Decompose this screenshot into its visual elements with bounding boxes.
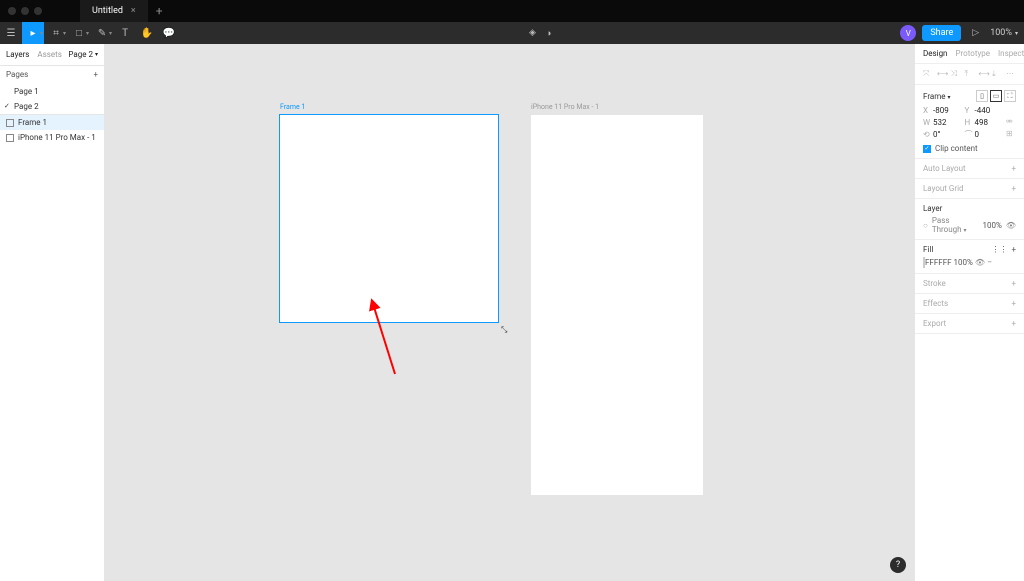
traffic-light-min[interactable] (21, 7, 29, 15)
traffic-light-close[interactable] (8, 7, 16, 15)
align-left-icon[interactable]: ⤧ (923, 69, 933, 79)
close-tab-icon[interactable]: × (131, 6, 136, 16)
clip-checkbox[interactable]: ✓ (923, 145, 931, 153)
stroke-section: Stroke (923, 279, 946, 288)
fill-style-button[interactable]: ⋮⋮ (991, 245, 1007, 254)
add-layoutgrid-button[interactable]: + (1011, 184, 1016, 193)
align-vcenter-icon[interactable]: ⟷ (978, 69, 988, 79)
avatar[interactable]: V (900, 25, 916, 41)
fill-hex[interactable]: FFFFFF (925, 258, 952, 267)
frame-iphone[interactable]: iPhone 11 Pro Max - 1 (531, 115, 703, 495)
tab-design[interactable]: Design (923, 49, 947, 58)
remove-fill-button[interactable]: − (987, 258, 992, 268)
prop-x[interactable]: -809 (933, 106, 949, 115)
autolayout-section: Auto Layout (923, 164, 966, 173)
document-tab[interactable]: Untitled × (80, 0, 148, 22)
add-effect-button[interactable]: + (1011, 299, 1016, 308)
tab-prototype[interactable]: Prototype (955, 49, 989, 58)
add-fill-button[interactable]: + (1011, 245, 1016, 254)
hand-tool[interactable]: ✋ (136, 22, 158, 44)
mask-icon[interactable]: ◑ (541, 28, 556, 39)
layer-label: Frame 1 (18, 118, 47, 127)
frame-label[interactable]: Frame 1 (280, 103, 305, 111)
orientation-portrait-icon[interactable]: ▯ (976, 90, 988, 102)
align-right-icon[interactable]: ⤨ (951, 69, 961, 79)
tab-inspect[interactable]: Inspect (998, 49, 1024, 58)
tab-assets[interactable]: Assets (37, 50, 61, 59)
page-selector[interactable]: Page 2▾ (68, 50, 98, 59)
page-item[interactable]: Page 1 (0, 84, 104, 99)
menu-icon[interactable]: ☰ (0, 22, 22, 44)
zoom-control[interactable]: 100%▾ (984, 28, 1024, 38)
fill-visibility-icon[interactable]: 👁 (975, 258, 985, 267)
blend-circle-icon[interactable]: ○ (923, 221, 928, 230)
window-controls[interactable] (0, 7, 50, 15)
clip-label: Clip content (935, 144, 978, 153)
frame-section-header[interactable]: Frame ▾ (923, 92, 950, 101)
share-button[interactable]: Share (922, 25, 961, 41)
layoutgrid-section: Layout Grid (923, 184, 964, 193)
fill-section-header: Fill (923, 245, 933, 254)
frame-icon (6, 134, 14, 142)
canvas[interactable]: Frame 1 ⤡ iPhone 11 Pro Max - 1 ? (105, 44, 914, 581)
constrain-icon[interactable]: ⚮ (1006, 117, 1016, 127)
resize-handle-se[interactable]: ⤡ (501, 325, 508, 332)
add-export-button[interactable]: + (1011, 319, 1016, 328)
layer-opacity[interactable]: 100% (982, 221, 1001, 230)
pages-header: Pages (6, 70, 28, 79)
prop-y[interactable]: -440 (975, 106, 991, 115)
effects-section: Effects (923, 299, 948, 308)
corners-icon[interactable]: ⊞ (1006, 129, 1016, 139)
document-title: Untitled (92, 6, 123, 16)
visibility-icon[interactable]: 👁 (1006, 221, 1016, 230)
help-button[interactable]: ? (890, 557, 906, 573)
layer-section-header: Layer (923, 204, 1016, 213)
add-autolayout-button[interactable]: + (1011, 164, 1016, 173)
distribute-icon[interactable]: ⋯ (1006, 69, 1016, 79)
prop-rotation[interactable]: 0° (933, 130, 940, 139)
layer-item-iphone[interactable]: iPhone 11 Pro Max - 1 (0, 130, 104, 145)
align-hcenter-icon[interactable]: ⟷ (937, 69, 947, 79)
traffic-light-max[interactable] (34, 7, 42, 15)
fit-icon[interactable]: ⛶ (1004, 90, 1016, 102)
new-tab-button[interactable]: + (148, 4, 171, 18)
comment-tool[interactable]: 💬 (158, 22, 180, 44)
prop-radius[interactable]: 0 (975, 130, 980, 139)
present-icon[interactable]: ▷ (967, 28, 984, 38)
fill-opacity[interactable]: 100% (954, 258, 973, 267)
layer-label: iPhone 11 Pro Max - 1 (18, 133, 96, 142)
text-tool[interactable]: T (114, 22, 136, 44)
prop-h[interactable]: 498 (975, 118, 989, 127)
tab-layers[interactable]: Layers (6, 50, 29, 59)
orientation-landscape-icon[interactable]: ▭ (990, 90, 1002, 102)
add-stroke-button[interactable]: + (1011, 279, 1016, 288)
prop-w[interactable]: 532 (933, 118, 947, 127)
export-section: Export (923, 319, 946, 328)
add-page-button[interactable]: + (93, 70, 98, 79)
component-icon[interactable]: ◈ (524, 28, 541, 38)
align-top-icon[interactable]: ⤒ (964, 69, 974, 79)
frame-label[interactable]: iPhone 11 Pro Max - 1 (531, 103, 599, 111)
page-item[interactable]: Page 2 (0, 99, 104, 114)
blend-mode-select[interactable]: Pass Through ▾ (932, 216, 979, 234)
frame-icon (6, 119, 14, 127)
layer-item-frame1[interactable]: Frame 1 (0, 115, 104, 130)
frame-1[interactable]: Frame 1 ⤡ (280, 115, 498, 322)
align-bottom-icon[interactable]: ⤓ (992, 69, 1002, 79)
